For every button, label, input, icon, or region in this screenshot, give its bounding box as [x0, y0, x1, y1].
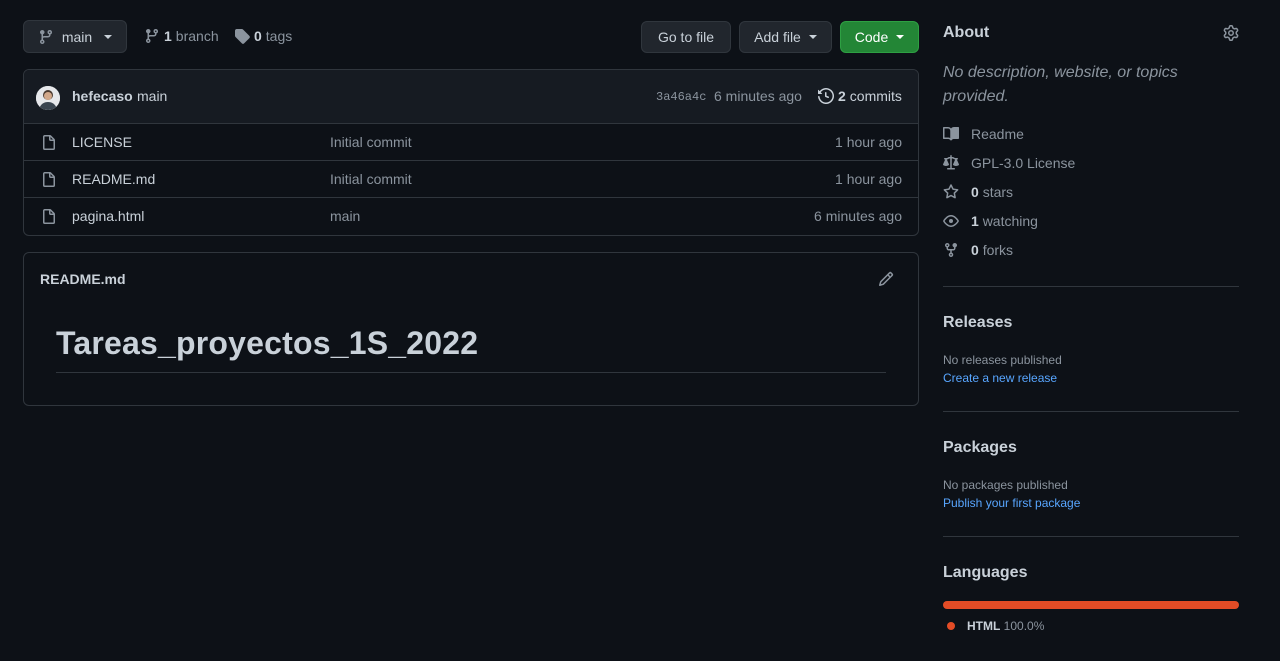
forks-count: 0: [971, 242, 979, 258]
packages-empty-text: No packages published: [943, 478, 1068, 492]
file-age: 1 hour ago: [835, 134, 902, 150]
file-icon: [41, 172, 57, 188]
git-branch-icon: [38, 29, 54, 45]
stars-count: 0: [971, 184, 979, 200]
publish-package-link[interactable]: Publish your first package: [943, 496, 1080, 510]
readme-panel: README.md Tareas_proyectos_1S_2022: [23, 252, 919, 406]
stars-link[interactable]: 0 stars: [943, 184, 1013, 200]
branch-select-button[interactable]: main: [23, 20, 127, 53]
divider: [943, 411, 1239, 412]
tag-count: 0: [254, 28, 262, 44]
branch-word: branch: [175, 28, 219, 44]
language-color-dot: [947, 622, 955, 630]
watching-link[interactable]: 1 watching: [943, 213, 1038, 229]
file-age: 6 minutes ago: [814, 208, 902, 224]
create-release-link[interactable]: Create a new release: [943, 371, 1057, 385]
pencil-icon[interactable]: [878, 271, 894, 287]
chevron-down-icon: [808, 35, 817, 39]
releases-title[interactable]: Releases: [943, 314, 1012, 332]
releases-empty-text: No releases published: [943, 353, 1062, 367]
file-name[interactable]: README.md: [72, 171, 155, 187]
language-item-html[interactable]: HTML 100.0%: [947, 619, 1044, 633]
chevron-down-icon: [104, 34, 113, 39]
file-row[interactable]: pagina.html main 6 minutes ago: [24, 198, 918, 235]
stars-word: stars: [982, 184, 1014, 200]
commits-count: 2: [838, 88, 846, 104]
license-link[interactable]: GPL-3.0 License: [943, 155, 1075, 171]
eye-icon: [943, 213, 959, 229]
file-icon: [41, 135, 57, 151]
file-row[interactable]: README.md Initial commit 1 hour ago: [24, 161, 918, 198]
about-description: No description, website, or topics provi…: [943, 64, 1178, 105]
history-icon: [818, 88, 834, 104]
file-commit-message[interactable]: main: [330, 208, 360, 224]
file-name[interactable]: pagina.html: [72, 208, 144, 224]
star-icon: [943, 184, 959, 200]
add-file-label: Add file: [754, 29, 801, 45]
add-file-button[interactable]: Add file: [739, 21, 832, 53]
packages-title[interactable]: Packages: [943, 439, 1017, 457]
file-commit-message[interactable]: Initial commit: [330, 171, 412, 187]
commit-author[interactable]: hefecaso: [72, 88, 133, 104]
avatar[interactable]: [36, 86, 60, 110]
watching-word: watching: [982, 213, 1038, 229]
readme-link-label: Readme: [971, 126, 1024, 142]
language-percent: 100.0%: [1003, 619, 1045, 633]
gear-icon[interactable]: [1223, 25, 1239, 41]
forks-link[interactable]: 0 forks: [943, 242, 1013, 258]
readme-heading-divider: [56, 372, 886, 373]
readme-link[interactable]: Readme: [943, 126, 1024, 142]
git-branch-icon: [144, 28, 160, 44]
file-row[interactable]: LICENSE Initial commit 1 hour ago: [24, 124, 918, 161]
commits-word: commits: [849, 88, 902, 104]
language-name: HTML: [967, 619, 1001, 633]
language-bar-segment-html: [943, 601, 1239, 609]
go-to-file-button[interactable]: Go to file: [641, 21, 731, 53]
license-link-label: GPL-3.0 License: [971, 155, 1076, 171]
code-label: Code: [854, 29, 889, 45]
go-to-file-label: Go to file: [657, 29, 715, 45]
latest-commit-row: hefecaso main 3a46a4c 6 minutes ago 2 co…: [24, 70, 918, 124]
file-icon: [41, 209, 57, 225]
commits-link[interactable]: 2 commits: [818, 88, 902, 104]
chevron-down-icon: [896, 35, 905, 39]
tag-word: tags: [265, 28, 293, 44]
file-age: 1 hour ago: [835, 171, 902, 187]
branch-count: 1: [164, 28, 172, 44]
forks-word: forks: [982, 242, 1014, 258]
readme-filename[interactable]: README.md: [40, 271, 126, 287]
divider: [943, 286, 1239, 287]
commit-sha[interactable]: 3a46a4c: [656, 90, 706, 104]
commit-message[interactable]: main: [137, 88, 167, 104]
file-list: hefecaso main 3a46a4c 6 minutes ago 2 co…: [23, 69, 919, 236]
tags-link[interactable]: 0 tags: [234, 28, 292, 44]
book-icon: [943, 126, 959, 142]
law-icon: [943, 155, 959, 171]
code-button[interactable]: Code: [840, 21, 919, 53]
about-title: About: [943, 24, 990, 41]
languages-title: Languages: [943, 564, 1028, 581]
branch-name: main: [61, 28, 93, 45]
commit-time: 6 minutes ago: [714, 88, 802, 104]
readme-heading: Tareas_proyectos_1S_2022: [56, 325, 479, 361]
file-commit-message[interactable]: Initial commit: [330, 134, 412, 150]
divider: [943, 536, 1239, 537]
tag-icon: [234, 28, 250, 44]
file-name[interactable]: LICENSE: [72, 134, 132, 150]
branches-link[interactable]: 1 branch: [144, 28, 219, 44]
language-bar: [943, 601, 1239, 609]
watching-count: 1: [971, 213, 979, 229]
repo-forked-icon: [943, 242, 959, 258]
